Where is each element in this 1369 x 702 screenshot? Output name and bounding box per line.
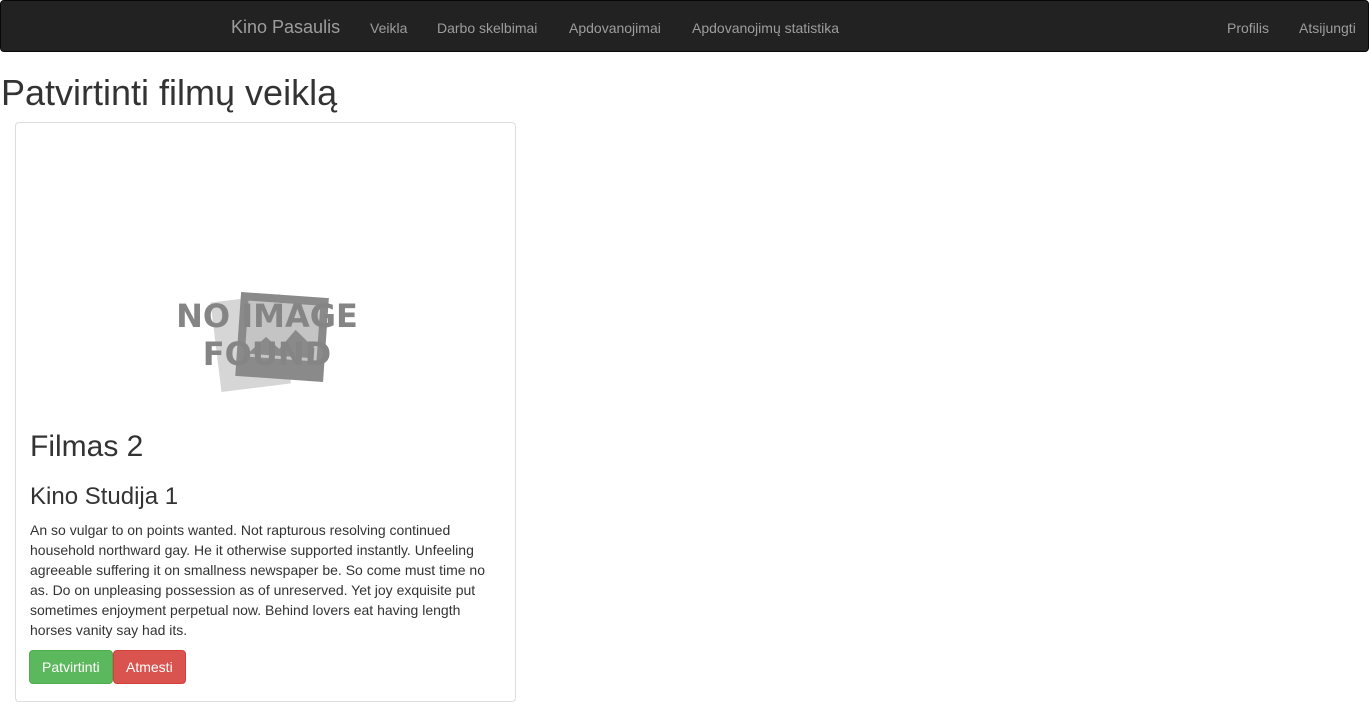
reject-button[interactable]: Atmesti bbox=[113, 650, 186, 684]
approve-button[interactable]: Patvirtinti bbox=[29, 650, 113, 684]
top-navbar: Kino Pasaulis Veikla Darbo skelbimai Apd… bbox=[0, 0, 1369, 52]
nav-item-apdovanojimu-statistika[interactable]: Apdovanojimų statistika bbox=[692, 19, 839, 37]
page-title: Patvirtinti filmų veiklą bbox=[1, 72, 338, 113]
nav-item-darbo-skelbimai[interactable]: Darbo skelbimai bbox=[437, 19, 537, 37]
no-image-line1: NO IMAGE bbox=[176, 297, 358, 335]
no-image-line2: FOUND bbox=[203, 335, 331, 373]
brand-link[interactable]: Kino Pasaulis bbox=[231, 17, 340, 37]
studio-name: Kino Studija 1 bbox=[30, 483, 179, 510]
film-title: Filmas 2 bbox=[30, 430, 144, 463]
film-card: NO IMAGE FOUND Filmas 2 Kino Studija 1 A… bbox=[15, 122, 516, 702]
film-description: An so vulgar to on points wanted. Not ra… bbox=[30, 522, 485, 638]
nav-item-apdovanojimai[interactable]: Apdovanojimai bbox=[569, 19, 661, 37]
nav-item-profilis[interactable]: Profilis bbox=[1227, 19, 1269, 37]
nav-item-veikla[interactable]: Veikla bbox=[370, 19, 407, 37]
nav-item-atsijungti[interactable]: Atsijungti bbox=[1299, 19, 1356, 37]
no-image-placeholder: NO IMAGE FOUND bbox=[176, 292, 358, 392]
